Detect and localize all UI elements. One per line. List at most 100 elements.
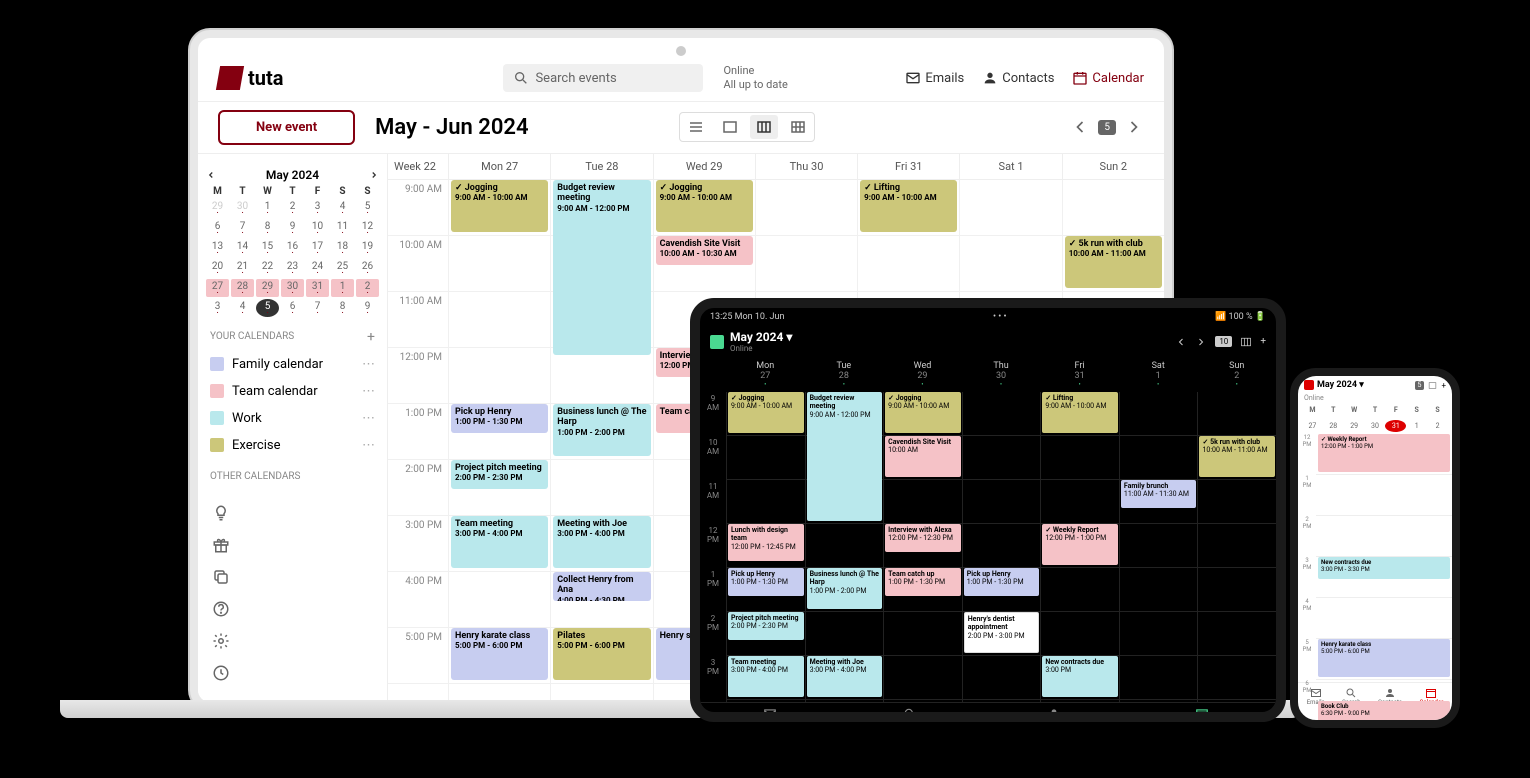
phone-date[interactable]: 1	[1406, 420, 1427, 432]
calendar-event[interactable]: Pick up Henry1:00 PM - 1:30 PM	[451, 404, 548, 434]
mini-cal-day[interactable]: 30	[231, 199, 254, 217]
mini-cal-day[interactable]: 4	[231, 299, 254, 317]
tablet-event[interactable]: Pick up Henry1:00 PM - 1:30 PM	[964, 568, 1040, 596]
mini-cal-day[interactable]: 2	[281, 199, 304, 217]
phone-date[interactable]: 28	[1323, 420, 1344, 432]
mini-cal-day[interactable]: 29	[206, 199, 229, 217]
tablet-day-column[interactable]: Budget review meeting9:00 AM - 12:00 PMB…	[805, 392, 884, 702]
mini-cal-day[interactable]: 7	[231, 219, 254, 237]
nav-contacts[interactable]: Contacts	[982, 70, 1054, 86]
tablet-day-column[interactable]: ✓ 5k run with club10:00 AM - 11:00 AM	[1197, 392, 1276, 702]
tablet-event[interactable]: Team catch up1:00 PM - 1:30 PM	[885, 568, 961, 596]
mini-cal-day[interactable]: 5	[256, 299, 279, 317]
view-day[interactable]	[716, 115, 744, 139]
tablet-nav-calendar[interactable]: Calendar	[1186, 707, 1218, 722]
phone-title[interactable]: May 2024 ▾	[1317, 380, 1364, 390]
more-icon[interactable]: ⋯	[362, 384, 375, 399]
mini-cal-day[interactable]: 12	[356, 219, 379, 237]
tablet-prev-icon[interactable]	[1175, 336, 1187, 348]
calendar-event[interactable]: Budget review meeting9:00 AM - 12:00 PM	[553, 180, 650, 355]
calendar-item[interactable]: Family calendar⋯	[198, 351, 387, 378]
tablet-event[interactable]: Budget review meeting9:00 AM - 12:00 PM	[807, 392, 883, 521]
mini-cal-day[interactable]: 27	[206, 279, 229, 297]
mini-cal-day[interactable]: 19	[356, 239, 379, 257]
more-icon[interactable]: ⋯	[362, 411, 375, 426]
copy-icon[interactable]	[212, 568, 230, 586]
calendar-event[interactable]: ✓ Jogging9:00 AM - 10:00 AM	[451, 180, 548, 232]
mini-cal-day[interactable]: 16	[281, 239, 304, 257]
tablet-event[interactable]: Lunch with design team12:00 PM - 12:45 P…	[728, 524, 804, 561]
tablet-nav-contacts[interactable]: Contacts	[1038, 707, 1070, 722]
view-week[interactable]	[750, 115, 778, 139]
tablet-title[interactable]: May 2024 ▾	[730, 330, 792, 344]
mini-cal-day[interactable]: 20	[206, 259, 229, 277]
tablet-add-icon[interactable]: +	[1260, 336, 1266, 347]
view-list[interactable]	[682, 115, 710, 139]
mini-calendar[interactable]: May 2024 MTWTFSS293012345678910111213141…	[198, 164, 387, 317]
mini-cal-day[interactable]: 15	[256, 239, 279, 257]
mini-cal-day[interactable]: 1	[256, 199, 279, 217]
next-button[interactable]	[1124, 117, 1144, 137]
phone-view-icon[interactable]	[1428, 381, 1437, 390]
calendar-event[interactable]: ✓ 5k run with club10:00 AM - 11:00 AM	[1065, 236, 1162, 288]
mini-cal-day[interactable]: 21	[231, 259, 254, 277]
calendar-item[interactable]: Exercise⋯	[198, 432, 387, 459]
new-event-button[interactable]: New event	[218, 110, 355, 145]
tablet-event[interactable]: ✓ Jogging9:00 AM - 10:00 AM	[728, 392, 804, 433]
tablet-day-column[interactable]: ✓ Lifting9:00 AM - 10:00 AM ✓ Weekly Repo…	[1040, 392, 1119, 702]
lightbulb-icon[interactable]	[212, 504, 230, 522]
mini-next[interactable]	[369, 170, 379, 180]
mini-cal-day[interactable]: 3	[206, 299, 229, 317]
calendar-event[interactable]: Pilates5:00 PM - 6:00 PM	[553, 628, 650, 680]
mini-cal-day[interactable]: 3	[306, 199, 329, 217]
tablet-event[interactable]: Cavendish Site Visit10:00 AM	[885, 436, 961, 477]
tablet-day-column[interactable]: Pick up Henry1:00 PM - 1:30 PM Henry's de…	[962, 392, 1041, 702]
phone-date[interactable]: 31	[1385, 420, 1406, 432]
tablet-event[interactable]: Meeting with Joe3:00 PM - 4:00 PM	[807, 656, 883, 697]
tablet-day-column[interactable]: Family brunch11:00 AM - 11:30 AM	[1119, 392, 1198, 702]
tablet-event[interactable]: Project pitch meeting2:00 PM - 2:30 PM	[728, 612, 804, 640]
calendar-event[interactable]: Cavendish Site Visit10:00 AM - 10:30 AM	[656, 236, 753, 266]
mini-cal-day[interactable]: 7	[306, 299, 329, 317]
phone-date[interactable]: 2	[1427, 420, 1448, 432]
calendar-event[interactable]: Team meeting3:00 PM - 4:00 PM	[451, 516, 548, 568]
mini-cal-day[interactable]: 8	[256, 219, 279, 237]
prev-button[interactable]	[1070, 117, 1090, 137]
gear-icon[interactable]	[212, 632, 230, 650]
tablet-event[interactable]: Team meeting3:00 PM - 4:00 PM	[728, 656, 804, 697]
tablet-event[interactable]: ✓ Jogging9:00 AM - 10:00 AM	[885, 392, 961, 433]
mini-cal-day[interactable]: 11	[331, 219, 354, 237]
phone-today-chip[interactable]: 5	[1415, 381, 1425, 390]
phone-date[interactable]: 27	[1302, 420, 1323, 432]
calendar-event[interactable]: ✓ Jogging9:00 AM - 10:00 AM	[656, 180, 753, 232]
tablet-event[interactable]: ✓ Weekly Report12:00 PM - 1:00 PM	[1042, 524, 1118, 565]
mini-cal-day[interactable]: 1	[331, 279, 354, 297]
tablet-event[interactable]: New contracts due3:00 PM	[1042, 656, 1118, 697]
mini-cal-day[interactable]: 6	[281, 299, 304, 317]
calendar-event[interactable]: ✓ Lifting9:00 AM - 10:00 AM	[860, 180, 957, 232]
mini-cal-day[interactable]: 4	[331, 199, 354, 217]
nav-emails[interactable]: Emails	[905, 70, 964, 86]
gift-icon[interactable]	[212, 536, 230, 554]
mini-cal-day[interactable]: 29	[256, 279, 279, 297]
phone-event[interactable]: New contracts due3:00 PM - 3:30 PM	[1318, 557, 1450, 579]
mini-cal-day[interactable]: 28	[231, 279, 254, 297]
phone-event[interactable]: Book Club6:30 PM - 9:00 PM	[1318, 701, 1450, 729]
mini-cal-day[interactable]: 6	[206, 219, 229, 237]
mini-cal-day[interactable]: 13	[206, 239, 229, 257]
phone-add-icon[interactable]: +	[1441, 381, 1446, 390]
mini-prev[interactable]	[206, 170, 216, 180]
mini-cal-day[interactable]: 22	[256, 259, 279, 277]
mini-cal-day[interactable]: 10	[306, 219, 329, 237]
mini-cal-day[interactable]: 25	[331, 259, 354, 277]
view-month[interactable]	[784, 115, 812, 139]
more-icon[interactable]: ⋯	[362, 438, 375, 453]
tablet-event[interactable]: ✓ Lifting9:00 AM - 10:00 AM	[1042, 392, 1118, 433]
tablet-day-column[interactable]: ✓ Jogging9:00 AM - 10:00 AMCavendish Sit…	[883, 392, 962, 702]
help-icon[interactable]	[212, 600, 230, 618]
tablet-event[interactable]: Henry's dentist appointment2:00 PM - 3:0…	[964, 612, 1040, 653]
tablet-nav-search[interactable]: Search	[898, 707, 923, 722]
mini-cal-day[interactable]: 24	[306, 259, 329, 277]
nav-calendar[interactable]: Calendar	[1072, 70, 1144, 86]
calendar-event[interactable]: Project pitch meeting2:00 PM - 2:30 PM	[451, 460, 548, 490]
